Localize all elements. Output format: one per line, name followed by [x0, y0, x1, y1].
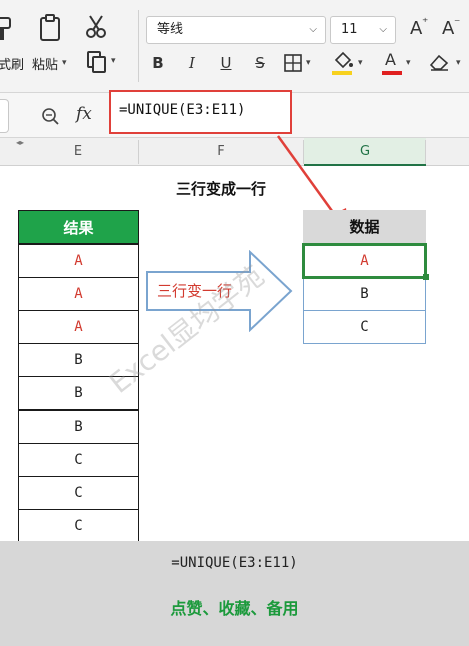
data-table: 数据 ABC [302, 210, 429, 344]
shrink-font-letter: A [442, 18, 455, 39]
bold-button[interactable]: B [146, 54, 170, 72]
copy-chevron-down-icon[interactable]: ▾ [111, 56, 116, 66]
result-cell[interactable]: A [18, 310, 139, 345]
copy-button[interactable]: ▾ [86, 50, 122, 74]
data-cell[interactable]: C [303, 310, 426, 344]
result-table-header: 结果 [18, 210, 139, 244]
font-color-chevron-down-icon: ▾ [406, 58, 411, 68]
result-cell[interactable]: C [18, 475, 139, 510]
footer-caption: 点赞、收藏、备用 [170, 599, 299, 618]
font-name-value: 等线 [157, 22, 184, 37]
font-size-value: 11 [341, 22, 358, 37]
format-painter-label: 式刷 [0, 58, 25, 73]
ribbon-toolbar: 式刷 粘贴 ▾ ▾ 等线 ⌵ 11 ⌵ A ⁺ A ⁻ B I U S ▾ ▾ … [0, 0, 469, 92]
active-cell-outline [302, 243, 427, 279]
fill-color-button[interactable]: ▾ [332, 50, 372, 78]
data-table-header: 数据 [303, 210, 426, 244]
result-cell[interactable]: B [18, 409, 139, 444]
shrink-font-button[interactable]: A ⁻ [440, 15, 464, 44]
paste-label: 粘贴 [32, 58, 59, 73]
underline-button[interactable]: U [214, 54, 238, 72]
column-separator [425, 140, 426, 164]
font-color-button[interactable]: A ▾ [382, 50, 418, 78]
cut-icon[interactable] [84, 14, 108, 40]
borders-icon [284, 54, 302, 72]
data-cell[interactable]: B [303, 277, 426, 311]
fill-bucket-icon [334, 51, 353, 69]
format-painter-icon [0, 17, 11, 40]
name-box-edge[interactable] [0, 99, 9, 133]
fill-color-chevron-down-icon: ▾ [358, 58, 363, 68]
column-header-e[interactable]: E [18, 138, 138, 166]
footer-banner: =UNIQUE(E3:E11) 点赞、收藏、备用 [0, 541, 469, 646]
clear-format-button[interactable]: ▾ [428, 50, 468, 78]
footer-formula: =UNIQUE(E3:E11) [171, 555, 298, 571]
result-cell[interactable]: C [18, 442, 139, 477]
copy-icon [87, 51, 106, 73]
formula-input[interactable]: =UNIQUE(E3:E11) [109, 90, 292, 134]
eraser-icon [429, 54, 449, 71]
font-name-select[interactable]: 等线 ⌵ [146, 16, 326, 44]
clear-format-chevron-down-icon: ▾ [456, 58, 461, 68]
shrink-arrow-icon: ⁻ [454, 15, 461, 29]
italic-button[interactable]: I [180, 54, 204, 72]
font-color-letter: A [385, 50, 396, 69]
fill-handle[interactable] [423, 274, 429, 280]
result-cell[interactable]: C [18, 508, 139, 543]
paste-button[interactable]: 粘贴 ▾ [30, 12, 68, 82]
borders-chevron-down-icon: ▾ [306, 58, 311, 68]
strikethrough-button[interactable]: S [248, 54, 272, 72]
fill-color-bar [332, 71, 352, 75]
font-size-chevron-down-icon: ⌵ [379, 24, 387, 35]
result-cell[interactable]: A [18, 277, 139, 312]
font-color-bar [382, 71, 402, 75]
paste-icon [40, 14, 60, 41]
grow-arrow-icon: ⁺ [422, 15, 429, 29]
formula-text: =UNIQUE(E3:E11) [119, 102, 246, 118]
insert-function-fx-icon[interactable]: fx [76, 104, 92, 124]
font-size-select[interactable]: 11 ⌵ [330, 16, 396, 44]
grow-font-button[interactable]: A ⁺ [408, 15, 432, 44]
font-name-chevron-down-icon: ⌵ [309, 24, 317, 35]
zoom-search-icon[interactable] [40, 106, 60, 126]
format-painter-button[interactable]: 式刷 [0, 12, 24, 82]
ribbon-divider [138, 10, 139, 82]
borders-button[interactable]: ▾ [284, 52, 320, 76]
paste-chevron-down-icon[interactable]: ▾ [62, 58, 67, 68]
result-cell[interactable]: A [18, 244, 139, 279]
grow-font-letter: A [410, 18, 423, 39]
